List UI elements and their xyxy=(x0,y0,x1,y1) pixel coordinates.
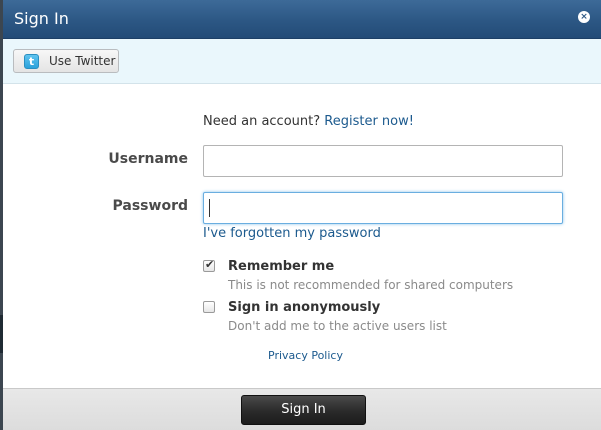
username-input[interactable] xyxy=(203,145,563,177)
use-twitter-button[interactable]: t Use Twitter xyxy=(13,49,119,73)
forgot-password-link[interactable]: I've forgotten my password xyxy=(203,226,381,241)
sign-in-dialog: Sign In × t Use Twitter Need an account?… xyxy=(3,0,601,430)
sign-in-anonymously-hint: Don't add me to the active users list xyxy=(228,319,447,333)
register-now-link[interactable]: Register now! xyxy=(324,114,414,129)
dialog-footer: Sign In xyxy=(3,388,601,430)
dialog-title: Sign In xyxy=(14,9,69,28)
username-label: Username xyxy=(108,151,188,167)
checkmark-icon: ✔ xyxy=(205,258,215,271)
sign-in-button[interactable]: Sign In xyxy=(241,395,366,425)
password-label: Password xyxy=(112,198,188,214)
remember-me-label[interactable]: Remember me xyxy=(228,259,334,274)
register-prompt-line: Need an account? Register now! xyxy=(203,114,414,129)
twitter-icon: t xyxy=(24,54,39,69)
dialog-titlebar: Sign In × xyxy=(3,0,601,39)
close-icon[interactable]: × xyxy=(578,11,590,23)
use-twitter-label: Use Twitter xyxy=(49,54,116,68)
social-signin-bar: t Use Twitter xyxy=(3,39,601,84)
sign-in-anonymously-label[interactable]: Sign in anonymously xyxy=(228,300,380,315)
privacy-policy-link[interactable]: Privacy Policy xyxy=(268,349,343,362)
password-input[interactable] xyxy=(203,192,563,224)
remember-me-checkbox[interactable]: ✔ xyxy=(203,258,215,272)
register-prompt: Need an account? xyxy=(203,114,321,129)
remember-me-hint: This is not recommended for shared compu… xyxy=(228,278,514,292)
text-caret xyxy=(209,199,210,217)
sign-in-anonymously-checkbox[interactable] xyxy=(203,301,215,313)
